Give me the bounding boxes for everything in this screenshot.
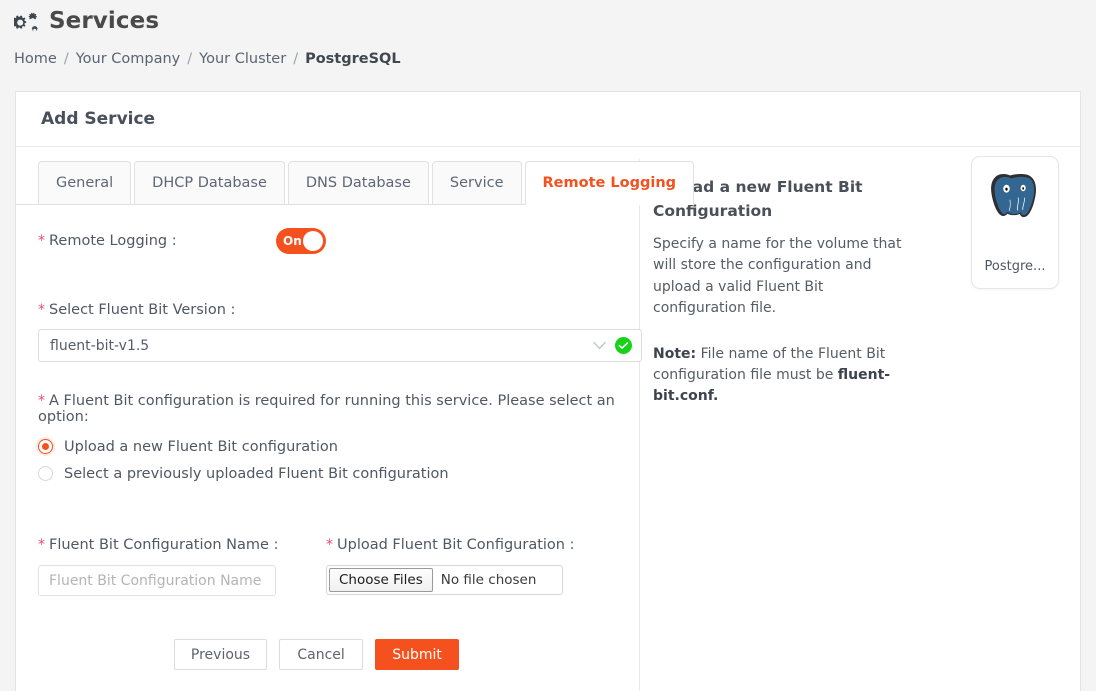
config-name-label: * Fluent Bit Configuration Name : — [38, 537, 278, 553]
breadcrumb-separator: / — [63, 51, 69, 67]
cancel-button[interactable]: Cancel — [279, 639, 364, 670]
tab-label: Service — [449, 175, 504, 191]
service-logo-caption: Postgre... — [984, 259, 1046, 274]
service-logo-card[interactable]: Postgre... — [971, 156, 1059, 289]
toggle-state-label: On — [283, 234, 302, 248]
config-option-label-text: A Fluent Bit configuration is required f… — [38, 393, 615, 425]
card-header: Add Service — [16, 92, 1080, 147]
remote-logging-row: * Remote Logging : On — [38, 227, 617, 255]
required-marker: * — [326, 537, 333, 553]
breadcrumb-item-home[interactable]: Home — [14, 52, 57, 67]
breadcrumb-separator: / — [187, 51, 193, 67]
form-actions: Previous Cancel Submit — [38, 639, 617, 670]
page-title-text: Services — [49, 8, 160, 34]
page-header: Services Home / Your Company / Your Clus… — [0, 0, 1096, 67]
help-body: Specify a name for the volume that will … — [653, 236, 902, 317]
valid-check-icon — [615, 337, 632, 354]
fluent-bit-version-select[interactable]: fluent-bit-v1.5 — [38, 329, 642, 362]
tab-label: DNS Database — [305, 175, 411, 191]
config-name-input[interactable] — [38, 565, 276, 596]
upload-config-group: * Upload Fluent Bit Configuration : Choos… — [326, 534, 617, 596]
help-note: Note: File name of the Fluent Bit config… — [653, 344, 921, 408]
config-fields-row: *Fluent Bit Configuration Name : *Upload… — [38, 534, 617, 596]
config-name-group: * Fluent Bit Configuration Name : — [38, 534, 326, 596]
file-status-text: No file chosen — [440, 572, 537, 588]
help-note-prefix: Note: — [653, 345, 697, 362]
required-marker: * — [38, 302, 45, 318]
add-service-card: Add Service General DHCP Database DNS Da… — [15, 91, 1081, 691]
previous-button[interactable]: Previous — [173, 639, 268, 670]
breadcrumb-item-your-company[interactable]: Your Company — [76, 52, 181, 67]
required-marker: * — [38, 233, 45, 249]
tab-dns-database[interactable]: DNS Database — [287, 161, 429, 204]
tab-bar: General DHCP Database DNS Database Servi… — [16, 160, 695, 205]
breadcrumb-separator: / — [293, 51, 299, 67]
toggle-knob — [303, 231, 323, 251]
card-body: General DHCP Database DNS Database Servi… — [16, 147, 1080, 691]
submit-button[interactable]: Submit — [375, 639, 460, 670]
radio-button-icon[interactable] — [38, 466, 53, 481]
radio-option-label: Upload a new Fluent Bit configuration — [64, 438, 338, 455]
config-name-label-text: Fluent Bit Configuration Name : — [49, 537, 279, 553]
fluent-bit-version-group: * Select Fluent Bit Version : fluent-bit-… — [38, 299, 642, 362]
tab-label: Remote Logging — [542, 175, 677, 191]
tab-remote-logging[interactable]: Remote Logging — [524, 161, 695, 205]
remote-logging-toggle[interactable]: On — [276, 228, 326, 254]
remote-logging-label-text: Remote Logging : — [49, 233, 177, 249]
breadcrumb-item-your-cluster[interactable]: Your Cluster — [199, 52, 286, 67]
radio-option-label: Select a previously uploaded Fluent Bit … — [64, 465, 449, 482]
config-option-radio-list: Upload a new Fluent Bit configuration Se… — [38, 436, 617, 484]
upload-config-file-input[interactable]: Choose Files No file chosen — [326, 565, 563, 595]
tab-service[interactable]: Service — [431, 161, 522, 204]
fluent-bit-version-label: * Select Fluent Bit Version : — [38, 302, 235, 318]
cogs-icon — [14, 11, 40, 33]
postgresql-logo-icon — [991, 174, 1036, 218]
radio-button-icon[interactable] — [38, 439, 53, 454]
breadcrumb: Home / Your Company / Your Cluster / Pos… — [14, 52, 1096, 67]
fluent-bit-version-value: fluent-bit-v1.5 — [50, 337, 150, 354]
chevron-down-icon[interactable] — [593, 341, 606, 350]
page-title: Services — [14, 10, 1096, 33]
upload-config-label-text: Upload Fluent Bit Configuration : — [337, 537, 575, 553]
remote-logging-form: * Remote Logging : On * Select Fluent Bit … — [16, 205, 642, 670]
tab-label: DHCP Database — [152, 175, 267, 191]
remote-logging-label: * Remote Logging : — [38, 233, 276, 249]
breadcrumb-item-postgresql: PostgreSQL — [305, 51, 401, 67]
required-marker: * — [38, 393, 45, 409]
tab-label: General — [56, 175, 114, 191]
form-pane: General DHCP Database DNS Database Servi… — [16, 147, 695, 691]
fluent-bit-version-label-text: Select Fluent Bit Version : — [49, 302, 236, 318]
config-option-group: * A Fluent Bit configuration is required … — [38, 393, 617, 484]
required-marker: * — [38, 537, 45, 553]
tab-dhcp-database[interactable]: DHCP Database — [134, 161, 285, 204]
radio-option-upload-new[interactable]: Upload a new Fluent Bit configuration — [38, 436, 617, 457]
choose-files-button[interactable]: Choose Files — [329, 568, 433, 592]
help-pane: Upload a new Fluent Bit Configuration Sp… — [640, 147, 1080, 691]
radio-option-select-previous[interactable]: Select a previously uploaded Fluent Bit … — [38, 463, 617, 484]
upload-config-label: * Upload Fluent Bit Configuration : — [326, 537, 574, 553]
card-title: Add Service — [41, 109, 156, 129]
tab-general[interactable]: General — [38, 161, 132, 204]
config-option-label: * A Fluent Bit configuration is required … — [38, 393, 617, 425]
